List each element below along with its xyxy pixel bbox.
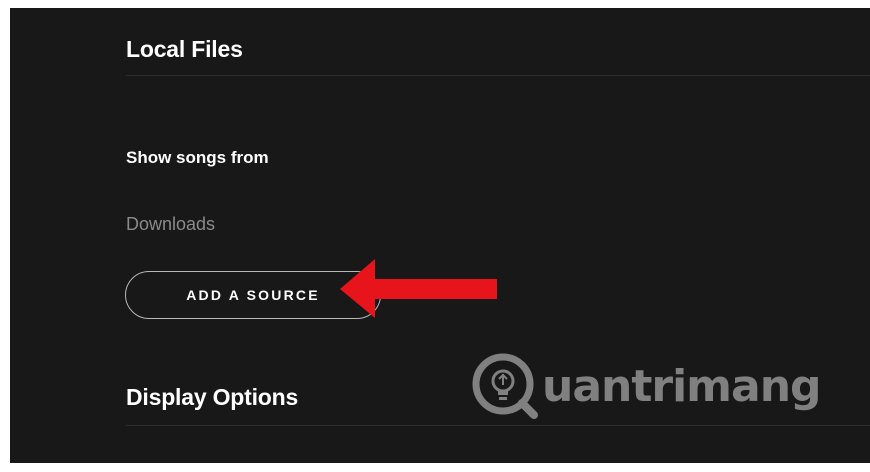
watermark: uantrimang xyxy=(470,350,822,422)
local-files-heading: Local Files xyxy=(126,36,243,62)
section-divider xyxy=(126,75,870,76)
section-divider xyxy=(126,425,870,426)
source-item-downloads: Downloads xyxy=(126,214,216,234)
lightbulb-q-logo-icon xyxy=(472,353,538,419)
screenshot-frame: Local Files Show songs from Downloads AD… xyxy=(0,0,870,472)
add-a-source-button[interactable]: ADD A SOURCE xyxy=(125,271,381,319)
show-songs-from-label: Show songs from xyxy=(126,148,269,167)
watermark-text: uantrimang xyxy=(542,360,822,412)
display-options-heading: Display Options xyxy=(126,384,299,410)
